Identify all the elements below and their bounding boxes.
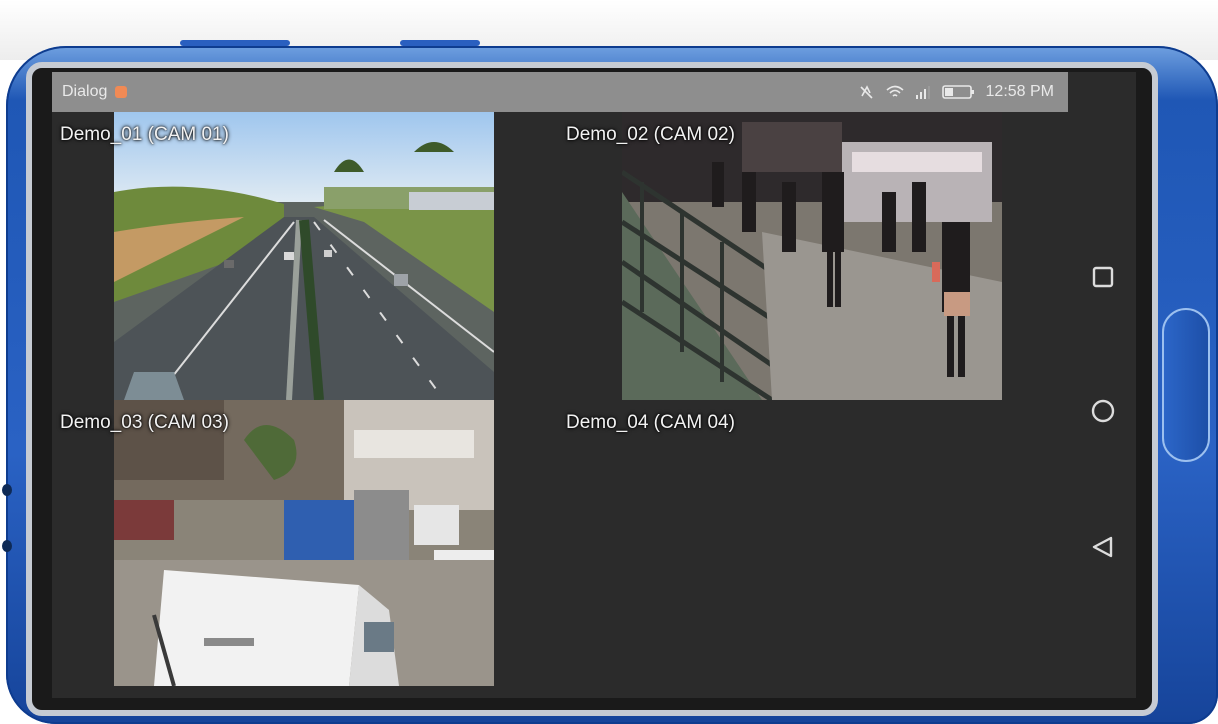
camera-label: Demo_01 (CAM 01) (60, 124, 229, 145)
back-triangle-icon[interactable] (1086, 530, 1120, 564)
navigation-bar (1068, 112, 1136, 698)
camera-label: Demo_04 (CAM 04) (566, 412, 735, 433)
status-time: 12:58 PM (985, 83, 1054, 100)
wifi-icon (885, 85, 904, 97)
recents-square-icon[interactable] (1086, 260, 1120, 294)
home-circle-icon[interactable] (1086, 394, 1120, 428)
power-button (400, 40, 480, 46)
camera-tile-2[interactable]: Demo_02 (CAM 02) (560, 112, 1068, 400)
device-screen: Dialog 12:58 PM Demo_01 (CAM 01) Demo_02… (52, 72, 1136, 698)
camera-label: Demo_03 (CAM 03) (60, 412, 229, 433)
battery-icon (941, 85, 974, 99)
edge-sensor (2, 540, 12, 552)
mute-icon (859, 85, 873, 99)
camera-tile-3[interactable]: Demo_03 (CAM 03) (52, 400, 560, 698)
camera-feed-highway[interactable] (114, 112, 494, 400)
signal-icon (915, 86, 930, 99)
volume-button (180, 40, 290, 46)
status-bar: Dialog 12:58 PM (52, 72, 1068, 112)
camera-label: Demo_02 (CAM 02) (566, 124, 735, 145)
camera-feed-street-crowd[interactable] (622, 112, 1002, 400)
camera-feed-street-trucks[interactable] (114, 400, 494, 686)
camera-tile-1[interactable]: Demo_01 (CAM 01) (52, 112, 560, 400)
side-fingerprint-button[interactable] (1162, 308, 1210, 462)
camera-tile-4[interactable]: Demo_04 (CAM 04) (560, 400, 1068, 698)
edge-sensor (2, 484, 12, 496)
notification-icon (115, 86, 128, 98)
camera-grid: Demo_01 (CAM 01) Demo_02 (CAM 02) Demo_0… (52, 112, 1068, 698)
app-name: Dialog (62, 83, 108, 100)
